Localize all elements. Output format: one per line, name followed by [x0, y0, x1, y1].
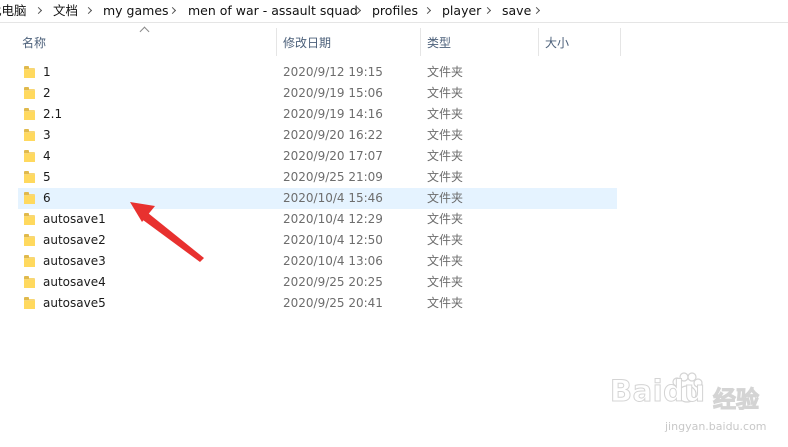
baidu-jingyan-watermark: Baidu 经验 jingyan.baidu.com — [605, 370, 785, 442]
watermark-url: jingyan.baidu.com — [665, 420, 767, 433]
watermark-product: 经验 — [713, 387, 760, 414]
watermark-brand: Baidu — [610, 374, 706, 409]
